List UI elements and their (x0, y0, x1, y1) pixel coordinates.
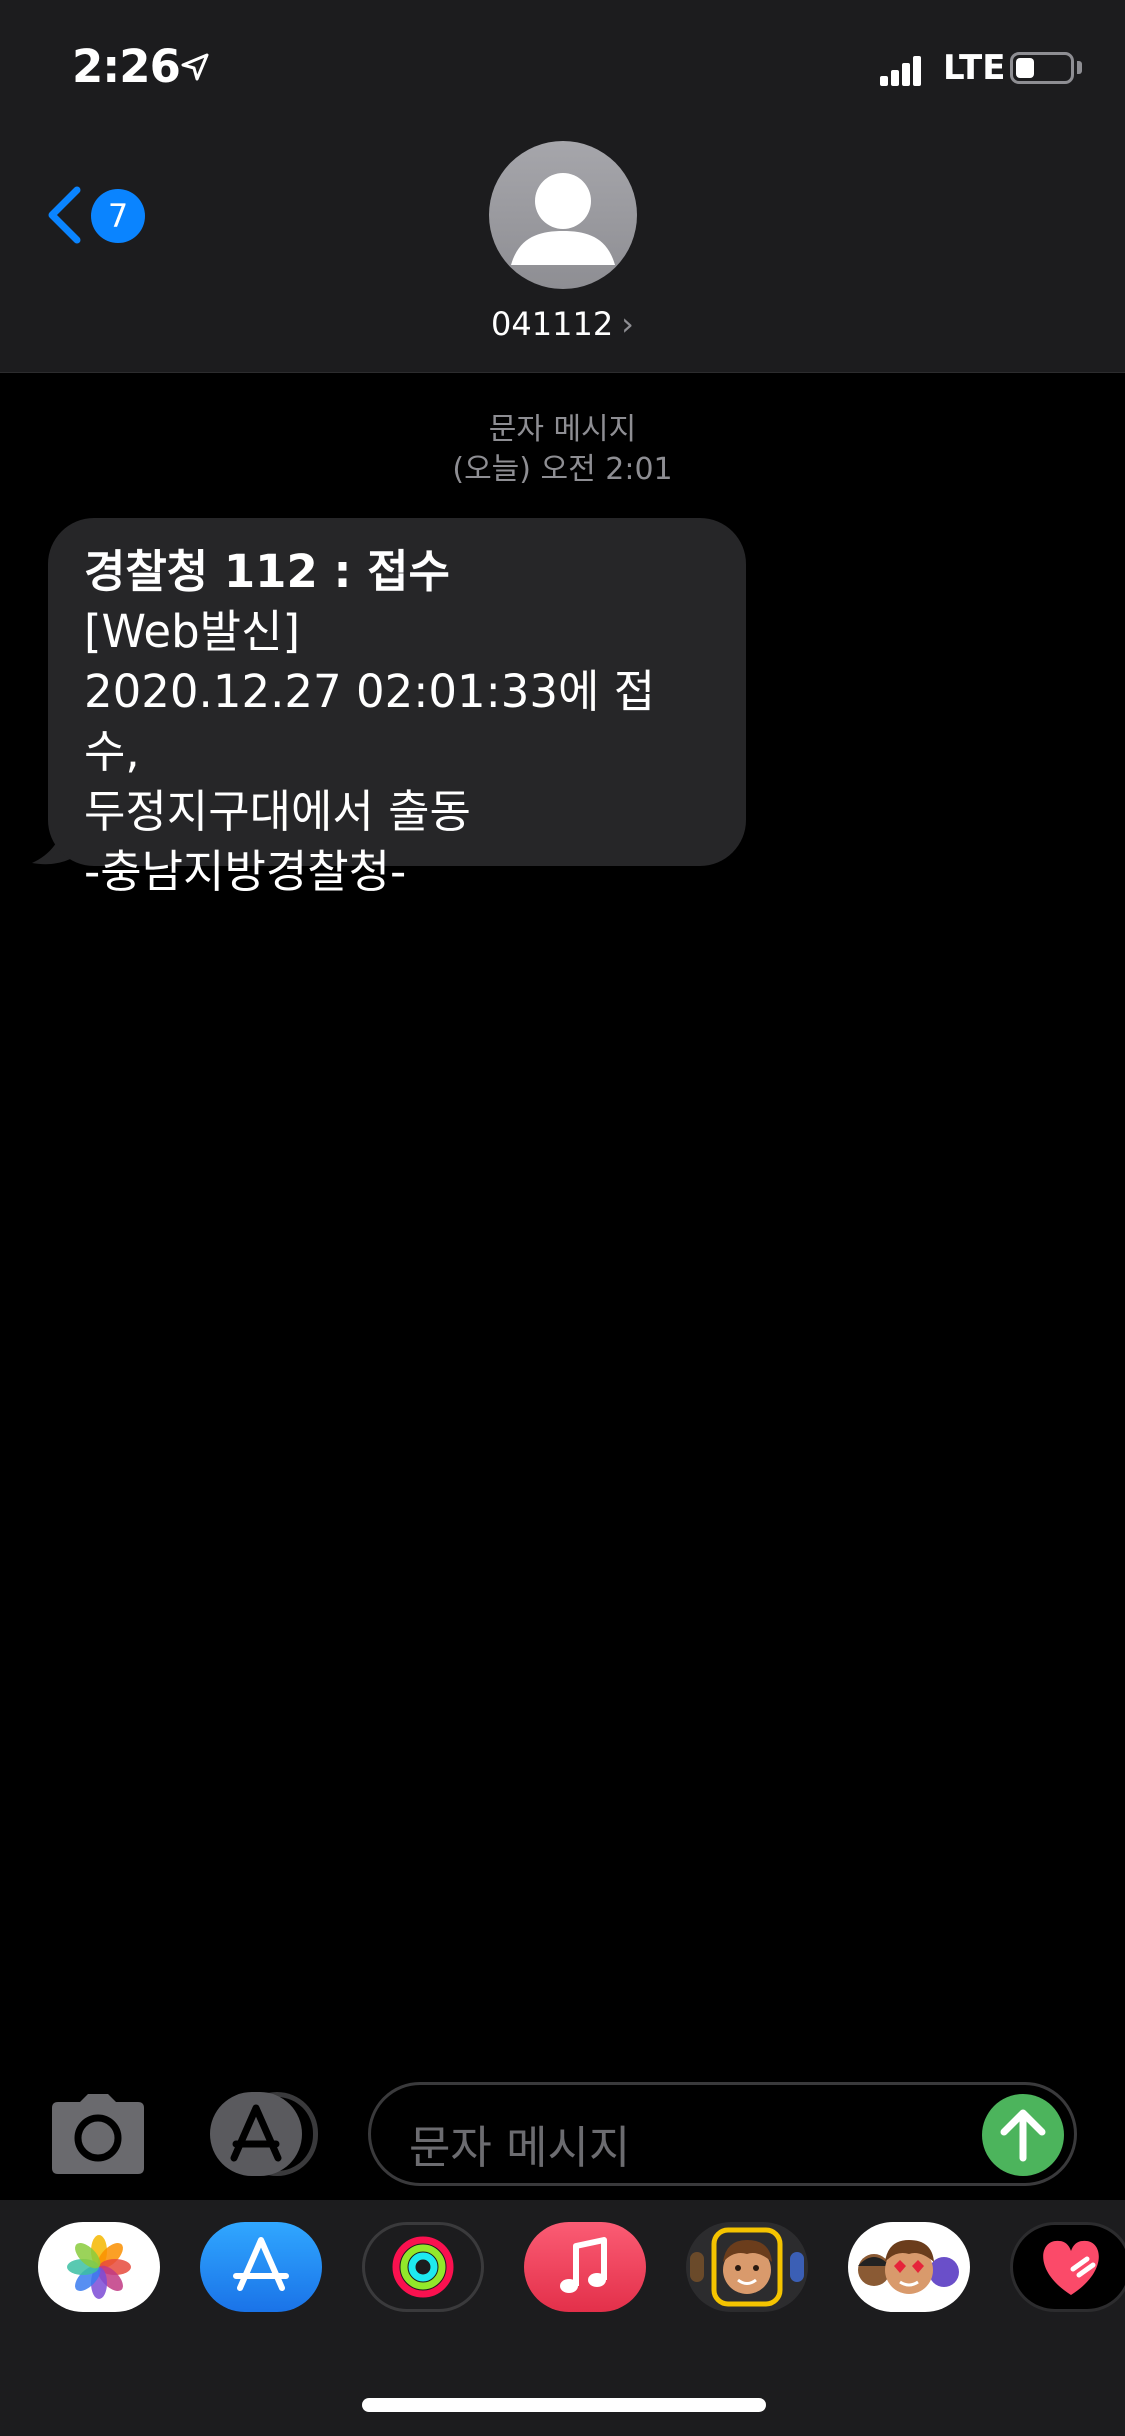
music-app-button[interactable] (524, 2222, 646, 2312)
contact-avatar[interactable] (489, 141, 637, 289)
send-button[interactable] (982, 2094, 1064, 2176)
animoji-stickers-icon (858, 2240, 959, 2294)
message-line: 두정지구대에서 출동 (84, 785, 471, 838)
music-note-icon (560, 2237, 607, 2293)
photos-icon (67, 2235, 131, 2299)
unread-count-badge: 7 (91, 189, 145, 243)
message-line: [Web발신] (84, 605, 301, 658)
chevron-right-icon: › (621, 305, 634, 343)
chevron-left-icon (48, 186, 81, 244)
photos-app-button[interactable] (38, 2222, 160, 2312)
heart-icon (1043, 2240, 1099, 2295)
battery-cap (1077, 61, 1082, 74)
location-arrow-icon (181, 53, 209, 81)
message-line: 경찰청 112 : 접수 (84, 545, 450, 598)
camera-icon[interactable] (50, 2094, 146, 2174)
message-time-label: (오늘) 오전 2:01 (452, 452, 673, 487)
arrow-up-icon (1000, 2109, 1046, 2162)
cellular-signal-icon (880, 56, 922, 86)
activity-app-button[interactable] (362, 2222, 484, 2312)
status-time: 2:26 (72, 40, 181, 93)
home-indicator[interactable] (362, 2398, 766, 2412)
activity-icon (392, 2236, 454, 2298)
battery-level-fill (1016, 58, 1034, 78)
memoji-icon (690, 2227, 804, 2307)
battery-icon (1010, 52, 1074, 84)
message-line: 2020.12.27 02:01:33에 접수, (84, 665, 656, 778)
digital-touch-app-button[interactable] (1010, 2222, 1125, 2312)
message-line: -충남지방경찰청- (84, 845, 407, 898)
app-store-icon (233, 2237, 289, 2291)
message-timestamp: 문자 메시지 (오늘) 오전 2:01 (0, 410, 1125, 490)
message-input-placeholder: 문자 메시지 (409, 2121, 631, 2174)
app-store-button[interactable] (210, 2092, 302, 2176)
memoji-stickers-app-button[interactable] (848, 2222, 970, 2312)
received-message-bubble[interactable]: 경찰청 112 : 접수 [Web발신] 2020.12.27 02:01:33… (48, 518, 746, 898)
network-type: LTE (943, 48, 1006, 88)
conversation-header: 2:26 LTE 7 041112 › (0, 0, 1125, 373)
contact-name-button[interactable]: 041112 › (0, 305, 1125, 343)
message-type-label: 문자 메시지 (488, 412, 637, 447)
contact-number: 041112 (491, 305, 614, 343)
memoji-app-button[interactable] (686, 2222, 808, 2312)
app-store-icon (230, 2104, 282, 2162)
message-input[interactable]: 문자 메시지 (368, 2082, 1077, 2186)
back-button[interactable]: 7 (44, 180, 164, 250)
app-store-app-button[interactable] (200, 2222, 322, 2312)
person-silhouette-icon (511, 173, 615, 265)
